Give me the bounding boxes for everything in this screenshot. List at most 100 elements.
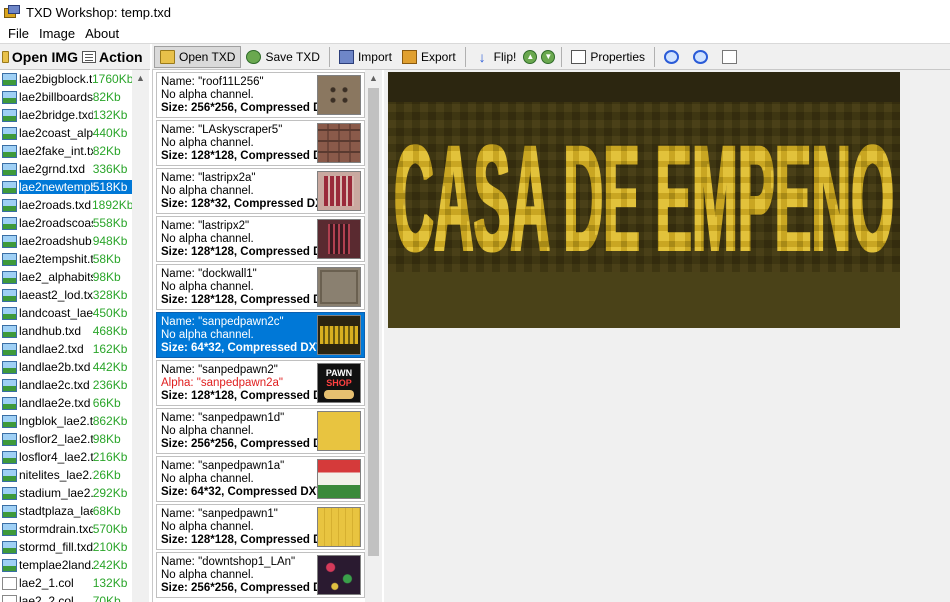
texture-alpha: No alpha channel. bbox=[161, 425, 254, 437]
open-img-button[interactable]: Open IMG bbox=[0, 45, 80, 69]
texture-item[interactable]: Name: "LAskyscraper5" No alpha channel. Si… bbox=[156, 120, 365, 166]
image-file-icon bbox=[2, 216, 17, 230]
file-row[interactable]: stormdrain.txd 570Kb bbox=[0, 520, 132, 538]
zoom-fit-button[interactable] bbox=[717, 46, 746, 68]
texture-size: Size: 128*128, Compressed DXT1 bbox=[161, 246, 343, 258]
file-row[interactable]: lae2roadshub.txd948Kb bbox=[0, 232, 132, 250]
file-row[interactable]: lae2grnd.txd 336Kb bbox=[0, 160, 132, 178]
texture-item[interactable]: Name: "downtshop1_LAn" No alpha channel. S… bbox=[156, 552, 365, 598]
zoom-in-button[interactable] bbox=[659, 46, 688, 68]
file-row[interactable]: stormd_fill.txd 210Kb bbox=[0, 538, 132, 556]
title-bar: TXD Workshop: temp.txd bbox=[0, 0, 950, 24]
texture-size: Size: 128*128, Compressed DXT1 bbox=[161, 150, 343, 162]
action-button[interactable]: Action bbox=[80, 45, 148, 69]
image-file-icon bbox=[2, 198, 17, 212]
texture-size: Size: 256*256, Compressed DXT1 bbox=[161, 582, 343, 594]
file-row[interactable]: landlae2c.txd 236Kb bbox=[0, 376, 132, 394]
zoom-out-button[interactable] bbox=[688, 46, 717, 68]
file-row[interactable]: losflor4_lae2.txd216Kb bbox=[0, 448, 132, 466]
arrow-down-icon: ↓ bbox=[478, 48, 486, 65]
file-size: 328Kb bbox=[92, 288, 128, 302]
file-row[interactable]: landcoast_lae2.txd450Kb bbox=[0, 304, 132, 322]
toolbar-separator bbox=[464, 46, 466, 67]
image-file-icon bbox=[2, 324, 17, 338]
texture-item[interactable]: Name: "sanpedpawn1a" No alpha channel. Siz… bbox=[156, 456, 365, 502]
file-row[interactable]: lae2bigblock.txd1760Kb bbox=[0, 70, 134, 88]
file-name: landhub.txd bbox=[19, 324, 82, 338]
file-row[interactable]: losflor2_lae2.txd98Kb bbox=[0, 430, 132, 448]
menu-image[interactable]: Image bbox=[34, 26, 80, 41]
file-row[interactable]: landlae2b.txd 442Kb bbox=[0, 358, 132, 376]
texture-item[interactable]: Name: "sanpedpawn2" Alpha: "sanpedpawn2a"… bbox=[156, 360, 365, 406]
properties-button[interactable]: Properties bbox=[566, 46, 650, 68]
texture-item[interactable]: Name: "sanpedpawn1" No alpha channel. Size… bbox=[156, 504, 365, 550]
file-name: lae2_1.col bbox=[19, 576, 74, 590]
texture-size: Size: 128*128, Compressed DXT1 bbox=[161, 294, 343, 306]
import-button[interactable]: Import bbox=[334, 46, 397, 68]
texture-info: Name: "sanpedpawn2c" No alpha channel. Siz… bbox=[161, 316, 330, 355]
texture-item[interactable]: Name: "sanpedpawn2c" No alpha channel. Siz… bbox=[156, 312, 365, 358]
file-row[interactable]: lae2billboards.txd82Kb bbox=[0, 88, 132, 106]
flip-button[interactable]: ↓ Flip! bbox=[470, 46, 522, 68]
file-size: 1760Kb bbox=[92, 72, 134, 86]
scroll-up-arrow-icon[interactable]: ▲ bbox=[132, 70, 149, 87]
file-row[interactable]: lae2coast_alpha.txd440Kb bbox=[0, 124, 132, 142]
file-row[interactable]: lae2roadscoast.txd558Kb bbox=[0, 214, 132, 232]
file-size: 468Kb bbox=[92, 324, 128, 338]
scrollbar-thumb[interactable] bbox=[368, 88, 379, 556]
file-row[interactable]: lae2_2.col 70Kb bbox=[0, 592, 132, 602]
menu-file[interactable]: File bbox=[3, 26, 34, 41]
export-button[interactable]: Export bbox=[397, 46, 461, 68]
texture-name: Name: "sanpedpawn1a" bbox=[161, 460, 285, 472]
file-row[interactable]: lae2_1.col 132Kb bbox=[0, 574, 132, 592]
texture-item[interactable]: Name: "sanpedpawn1d" No alpha channel. Siz… bbox=[156, 408, 365, 454]
texture-item[interactable]: Name: "dockwall1" No alpha channel. Size: … bbox=[156, 264, 365, 310]
image-file-icon bbox=[2, 306, 17, 320]
texture-item[interactable]: Name: "lastripx2a" No alpha channel. Size:… bbox=[156, 168, 365, 214]
image-file-icon bbox=[2, 558, 17, 572]
file-name: lae2tempshit.txd bbox=[19, 252, 93, 266]
scroll-up-arrow-icon[interactable]: ▲ bbox=[365, 70, 382, 87]
file-row[interactable]: lae2fake_int.txd82Kb bbox=[0, 142, 132, 160]
file-row[interactable]: lae2bridge.txd 132Kb bbox=[0, 106, 132, 124]
file-name: lae2newtempbx.txd bbox=[19, 180, 93, 194]
file-row[interactable]: nitelites_lae2.txd26Kb bbox=[0, 466, 132, 484]
texture-name: Name: "sanpedpawn1" bbox=[161, 508, 278, 520]
open-txd-button[interactable]: Open TXD bbox=[154, 45, 242, 68]
mip-up-icon[interactable]: ▲ bbox=[523, 49, 538, 64]
file-name: templae2land.txd bbox=[19, 558, 93, 572]
document-icon bbox=[2, 576, 17, 590]
image-file-icon bbox=[2, 180, 17, 194]
mip-down-icon[interactable]: ▼ bbox=[541, 49, 556, 64]
file-row[interactable]: landhub.txd 468Kb bbox=[0, 322, 132, 340]
file-row[interactable]: stadtplaza_lae2.txd68Kb bbox=[0, 502, 132, 520]
file-row[interactable]: lngblok_lae2.txd862Kb bbox=[0, 412, 132, 430]
file-row[interactable]: lae2tempshit.txd58Kb bbox=[0, 250, 132, 268]
texture-name: Name: "sanpedpawn2c" bbox=[161, 316, 284, 328]
menu-about[interactable]: About bbox=[80, 26, 124, 41]
file-row[interactable]: templae2land.txd242Kb bbox=[0, 556, 132, 574]
file-row[interactable]: lae2newtempbx.txd518Kb bbox=[0, 178, 132, 196]
file-size: 450Kb bbox=[92, 306, 128, 320]
save-txd-button[interactable]: Save TXD bbox=[241, 46, 324, 68]
file-row[interactable]: landlae2e.txd 66Kb bbox=[0, 394, 132, 412]
file-row[interactable]: lae2roads.txd 1892Kb bbox=[0, 196, 133, 214]
file-size: 70Kb bbox=[92, 594, 121, 602]
file-size: 210Kb bbox=[92, 540, 128, 554]
file-name: lae2fake_int.txd bbox=[19, 144, 93, 158]
texture-size: Size: 128*128, Compressed DXT3 bbox=[161, 390, 343, 402]
texture-item[interactable]: Name: "roof11L256" No alpha channel. Size:… bbox=[156, 72, 365, 118]
file-row[interactable]: stadium_lae2.txd292Kb bbox=[0, 484, 132, 502]
texture-list-scrollbar[interactable]: ▲ bbox=[365, 70, 382, 602]
file-row[interactable]: landlae2.txd 162Kb bbox=[0, 340, 132, 358]
texture-list[interactable]: Name: "roof11L256" No alpha channel. Size:… bbox=[152, 70, 382, 602]
texture-info: Name: "sanpedpawn1d" No alpha channel. Siz… bbox=[161, 412, 343, 451]
file-row[interactable]: laeast2_lod.txd 328Kb bbox=[0, 286, 132, 304]
texture-thumbnail bbox=[317, 219, 361, 259]
file-list-scrollbar[interactable]: ▲ bbox=[132, 70, 149, 602]
thumbnail-text: PAWN bbox=[325, 368, 353, 378]
texture-alpha: No alpha channel. bbox=[161, 329, 254, 341]
file-list[interactable]: lae2bigblock.txd1760Kblae2billboards.txd… bbox=[0, 70, 150, 602]
texture-item[interactable]: Name: "lastripx2" No alpha channel. Size: … bbox=[156, 216, 365, 262]
file-row[interactable]: lae2_alphabits.txd98Kb bbox=[0, 268, 132, 286]
